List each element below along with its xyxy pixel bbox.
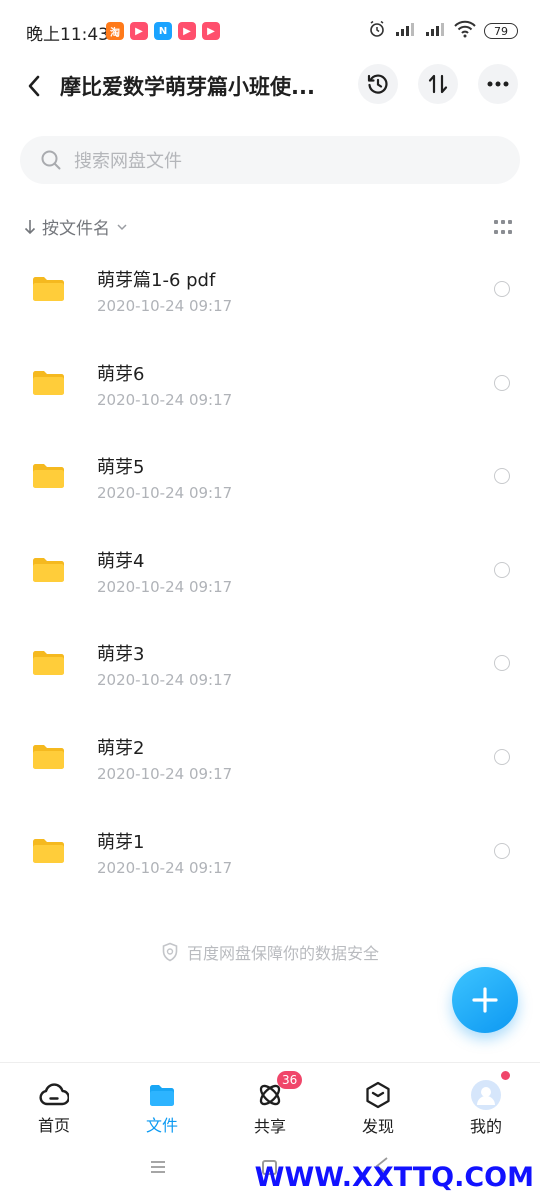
file-date: 2020-10-24 09:17	[97, 297, 233, 315]
file-name: 萌芽2	[97, 737, 145, 759]
select-checkbox[interactable]	[494, 561, 510, 578]
more-button[interactable]	[478, 64, 518, 104]
play-app-icon: ▶	[178, 22, 196, 40]
transfer-button[interactable]	[418, 64, 458, 104]
history-icon	[367, 74, 388, 94]
search-placeholder: 搜索网盘文件	[74, 151, 182, 172]
security-note-text: 百度网盘保障你的数据安全	[186, 944, 379, 963]
play-app-icon: ▶	[202, 22, 220, 40]
bottom-tab-bar: 首页 文件 共享 36 发现 我的	[0, 1062, 540, 1136]
system-navigation-bar: WWW.XXTTQ.COM	[0, 1136, 540, 1200]
discover-box-icon	[363, 1081, 393, 1109]
tab-label: 文件	[145, 1116, 178, 1135]
file-date: 2020-10-24 09:17	[97, 858, 233, 877]
status-app-icons: 淘 ▶ N ▶ ▶	[106, 22, 220, 40]
file-name: 萌芽6	[97, 363, 145, 385]
file-name: 萌芽篇1-6 pdf	[97, 270, 216, 291]
tab-share[interactable]: 共享 36	[216, 1063, 324, 1136]
file-date: 2020-10-24 09:17	[97, 671, 233, 690]
tab-home[interactable]: 首页	[0, 1063, 108, 1136]
signal-icon	[394, 21, 416, 41]
sort-label: 按文件名	[42, 219, 110, 239]
notification-dot	[501, 1071, 510, 1080]
select-checkbox[interactable]	[494, 374, 510, 391]
folder-icon	[33, 276, 64, 306]
back-button[interactable]	[18, 68, 50, 104]
file-name: 萌芽5	[97, 457, 145, 479]
security-note: 百度网盘保障你的数据安全	[0, 940, 540, 964]
list-item[interactable]: 萌芽5 2020-10-24 09:17	[0, 430, 540, 524]
folder-icon	[33, 463, 64, 493]
sort-button[interactable]: 按文件名	[24, 214, 516, 239]
header: 摩比爱数学萌芽篇小班使...	[0, 60, 540, 110]
file-date: 2020-10-24 09:17	[97, 484, 233, 503]
list-item[interactable]: 萌芽4 2020-10-24 09:17	[0, 524, 540, 618]
file-name: 萌芽1	[97, 831, 145, 853]
folder-icon	[147, 1081, 177, 1108]
select-checkbox[interactable]	[494, 655, 510, 672]
folder-icon	[33, 557, 64, 587]
sort-bar: 按文件名	[24, 214, 516, 244]
signal-icon	[424, 21, 446, 41]
file-list: 萌芽篇1-6 pdf 2020-10-24 09:17 萌芽6 2020-10-24 …	[0, 243, 540, 898]
page-title: 摩比爱数学萌芽篇小班使...	[60, 75, 315, 99]
wifi-icon	[454, 20, 476, 42]
list-item[interactable]: 萌芽3 2020-10-24 09:17	[0, 617, 540, 711]
tab-label: 发现	[361, 1117, 394, 1136]
list-item[interactable]: 萌芽6 2020-10-24 09:17	[0, 337, 540, 431]
folder-icon	[33, 838, 64, 868]
tab-files[interactable]: 文件	[108, 1063, 216, 1136]
file-date: 2020-10-24 09:17	[97, 390, 233, 409]
watermark-text: WWW.XXTTQ.COM	[254, 1162, 534, 1193]
avatar-icon	[471, 1080, 501, 1110]
plus-icon	[472, 987, 498, 1013]
tab-discover[interactable]: 发现	[324, 1063, 432, 1136]
file-date: 2020-10-24 09:17	[97, 577, 233, 596]
search-input[interactable]: 搜索网盘文件	[20, 136, 520, 184]
file-name: 萌芽4	[97, 550, 145, 572]
chevron-down-icon	[117, 223, 127, 230]
tab-label: 我的	[469, 1117, 502, 1136]
arrow-down-icon	[24, 219, 36, 234]
folder-icon	[33, 370, 64, 400]
search-icon	[40, 149, 62, 171]
status-bar: 晚上11:43 淘 ▶ N ▶ ▶ 79	[0, 0, 540, 64]
more-dots-icon	[487, 81, 509, 87]
chevron-left-icon	[28, 75, 40, 97]
list-item[interactable]: 萌芽篇1-6 pdf 2020-10-24 09:17	[0, 243, 540, 337]
transfer-arrows-icon	[428, 74, 448, 94]
grid-view-icon[interactable]	[494, 220, 512, 236]
list-item[interactable]: 萌芽2 2020-10-24 09:17	[0, 711, 540, 805]
select-checkbox[interactable]	[494, 842, 510, 859]
play-app-icon: ▶	[130, 22, 148, 40]
select-checkbox[interactable]	[494, 468, 510, 485]
status-indicators: 79	[368, 20, 518, 42]
select-checkbox[interactable]	[494, 748, 510, 765]
home-cloud-icon	[39, 1081, 69, 1108]
add-button[interactable]	[452, 967, 518, 1033]
list-item[interactable]: 萌芽1 2020-10-24 09:17	[0, 805, 540, 899]
share-badge-count: 36	[277, 1071, 303, 1089]
menu-icon[interactable]	[150, 1160, 166, 1174]
tab-mine[interactable]: 我的	[432, 1063, 540, 1136]
file-date: 2020-10-24 09:17	[97, 764, 233, 783]
n-app-icon: N	[154, 22, 172, 40]
tab-label: 共享	[253, 1117, 286, 1136]
battery-indicator: 79	[484, 23, 518, 39]
shield-icon	[162, 942, 178, 962]
file-name: 萌芽3	[97, 644, 145, 666]
tab-label: 首页	[37, 1116, 70, 1135]
taobao-app-icon: 淘	[106, 22, 124, 40]
history-button[interactable]	[358, 64, 398, 104]
select-checkbox[interactable]	[494, 281, 510, 297]
status-time: 晚上11:43	[26, 25, 109, 45]
alarm-icon	[368, 20, 386, 42]
folder-icon	[33, 744, 64, 774]
folder-icon	[33, 650, 64, 680]
